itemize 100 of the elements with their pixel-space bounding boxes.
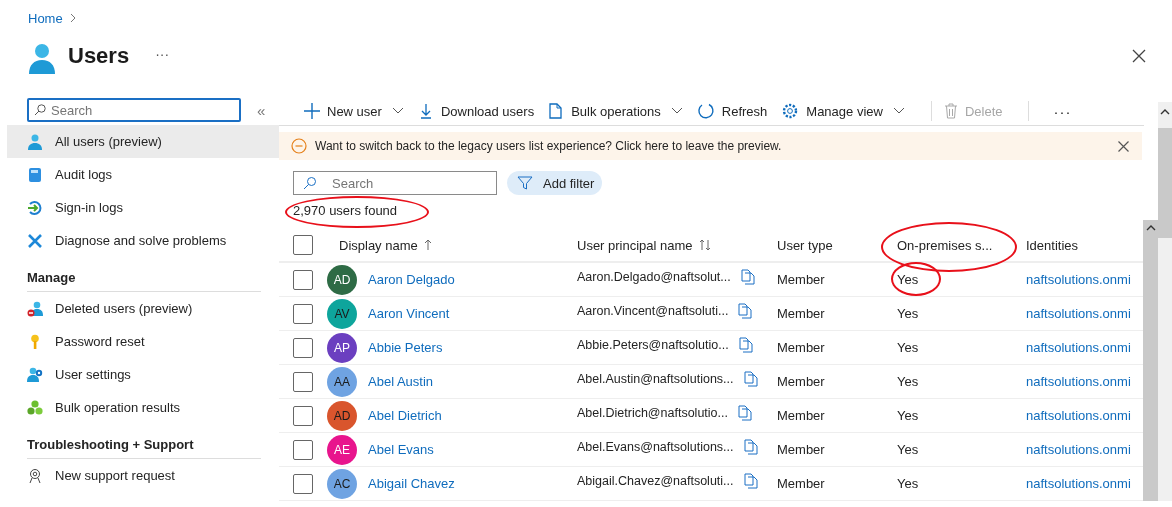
- user-gear-icon: [27, 366, 43, 383]
- collapse-button[interactable]: «: [253, 101, 270, 119]
- user-name-link[interactable]: Abel Evans: [368, 442, 434, 457]
- identity-link[interactable]: naftsolutions.onmi: [1026, 374, 1131, 389]
- table-cell: Yes: [897, 306, 919, 321]
- copy-icon[interactable]: [743, 438, 758, 455]
- sort-icon[interactable]: [698, 239, 711, 251]
- copy-icon[interactable]: [740, 268, 755, 285]
- chevron-right-icon: [68, 13, 77, 23]
- search-field[interactable]: Search: [27, 98, 241, 122]
- section-heading: Troubleshooting + Support: [27, 432, 261, 459]
- search-icon: [34, 104, 46, 116]
- copy-icon[interactable]: [743, 370, 758, 387]
- table-cell: Member: [777, 476, 825, 491]
- scrollbar[interactable]: [1143, 220, 1158, 501]
- toolbar-button[interactable]: Refresh: [696, 102, 776, 120]
- search-icon: [303, 176, 317, 190]
- section-heading: Manage: [27, 265, 261, 292]
- sidebar-item[interactable]: All users (preview): [7, 125, 279, 158]
- column-header[interactable]: Display name: [339, 237, 418, 253]
- cluster-icon: [27, 399, 43, 416]
- row-checkbox[interactable]: [293, 473, 313, 494]
- sidebar-item[interactable]: Diagnose and solve problems: [7, 224, 279, 257]
- table-cell: Aaron.Vincent@naftsoluti...: [577, 303, 729, 318]
- toolbar-button[interactable]: Bulk operations: [548, 103, 691, 119]
- minus-circle-icon: [291, 138, 307, 154]
- table-cell: Member: [777, 306, 825, 321]
- row-checkbox[interactable]: [293, 405, 313, 426]
- user-name-link[interactable]: Aaron Delgado: [368, 272, 455, 287]
- table-cell: Abel.Austin@naftsolutions...: [577, 371, 734, 386]
- copy-icon[interactable]: [743, 472, 758, 489]
- banner-text[interactable]: Want to switch back to the legacy users list experience? Click here to leave the preview.: [315, 139, 782, 153]
- trash-icon: [943, 103, 958, 119]
- table-cell: Yes: [897, 442, 919, 457]
- sidebar-item[interactable]: Audit logs: [7, 158, 279, 191]
- avatar: AD: [327, 400, 357, 431]
- row-checkbox[interactable]: [293, 337, 313, 358]
- sidebar-item[interactable]: User settings: [7, 358, 279, 391]
- sidebar-item[interactable]: Bulk operation results: [7, 391, 279, 424]
- more-button[interactable]: ···: [151, 46, 174, 62]
- user-remove-icon: [27, 300, 43, 317]
- row-checkbox[interactable]: [293, 371, 313, 392]
- identity-link[interactable]: naftsolutions.onmi: [1026, 272, 1131, 287]
- plus-icon: [304, 103, 320, 119]
- identity-link[interactable]: naftsolutions.onmi: [1026, 476, 1131, 491]
- table-cell: Member: [777, 340, 825, 355]
- column-header[interactable]: User principal name: [577, 237, 693, 253]
- table-cell: Aaron.Delgado@naftsolut...: [577, 269, 731, 284]
- copy-icon[interactable]: [738, 336, 753, 353]
- user-name-link[interactable]: Abel Austin: [368, 374, 434, 389]
- table-cell: Member: [777, 272, 825, 287]
- sidebar-item[interactable]: Sign-in logs: [7, 191, 279, 224]
- copy-icon[interactable]: [738, 302, 753, 319]
- scrollbar[interactable]: [1158, 102, 1172, 501]
- user-icon: [27, 133, 43, 150]
- avatar: AV: [327, 298, 357, 329]
- table-cell: Abbie.Peters@naftsolutio...: [577, 337, 729, 352]
- chevron-up-icon[interactable]: [1160, 108, 1170, 116]
- toolbar-button[interactable]: Download users: [417, 103, 543, 119]
- identity-link[interactable]: naftsolutions.onmi: [1026, 442, 1131, 457]
- column-header[interactable]: On-premises s...: [897, 237, 993, 253]
- toolbar-button[interactable]: Manage view: [781, 102, 913, 120]
- sidebar-item[interactable]: Deleted users (preview): [7, 292, 279, 325]
- sidebar-item[interactable]: New support request: [7, 459, 279, 492]
- sidebar-item[interactable]: Password reset: [7, 325, 279, 358]
- add-filter-button[interactable]: Add filter: [507, 171, 603, 195]
- identity-link[interactable]: naftsolutions.onmi: [1026, 340, 1131, 355]
- toolbar-button[interactable]: New user: [304, 103, 412, 119]
- user-name-link[interactable]: Aaron Vincent: [368, 306, 450, 321]
- row-checkbox[interactable]: [293, 439, 313, 460]
- row-checkbox[interactable]: [293, 303, 313, 324]
- identity-link[interactable]: naftsolutions.onmi: [1026, 408, 1131, 423]
- table-cell: Yes: [897, 272, 919, 287]
- chevron-up-icon[interactable]: [1145, 224, 1156, 232]
- user-name-link[interactable]: Abel Dietrich: [368, 408, 442, 423]
- chevron-down-icon: [670, 107, 683, 115]
- column-header[interactable]: User type: [777, 237, 833, 253]
- copy-icon[interactable]: [737, 404, 752, 421]
- avatar: AA: [327, 366, 357, 397]
- more-button[interactable]: ···: [1053, 102, 1080, 120]
- select-all-checkbox[interactable]: [293, 235, 313, 255]
- row-checkbox[interactable]: [293, 269, 313, 290]
- column-header[interactable]: Identities: [1026, 237, 1079, 253]
- breadcrumb-link[interactable]: Home: [28, 10, 63, 26]
- table-cell: Member: [777, 442, 825, 457]
- arrow-up-icon[interactable]: [423, 239, 432, 251]
- table-cell: Abel.Evans@naftsolutions...: [577, 439, 734, 454]
- identity-link[interactable]: naftsolutions.onmi: [1026, 306, 1131, 321]
- avatar: AE: [327, 434, 357, 465]
- chevron-down-icon: [892, 107, 905, 115]
- document-icon: [548, 103, 565, 119]
- close-icon[interactable]: [1118, 140, 1129, 152]
- close-icon[interactable]: [1132, 49, 1146, 63]
- search-field[interactable]: Search: [293, 171, 497, 195]
- settings-icon: [781, 102, 800, 120]
- user-name-link[interactable]: Abigail Chavez: [368, 476, 455, 491]
- user-name-link[interactable]: Abbie Peters: [368, 340, 443, 355]
- avatar: AD: [327, 264, 357, 295]
- filter-icon: [517, 175, 533, 191]
- table-cell: Yes: [897, 374, 919, 389]
